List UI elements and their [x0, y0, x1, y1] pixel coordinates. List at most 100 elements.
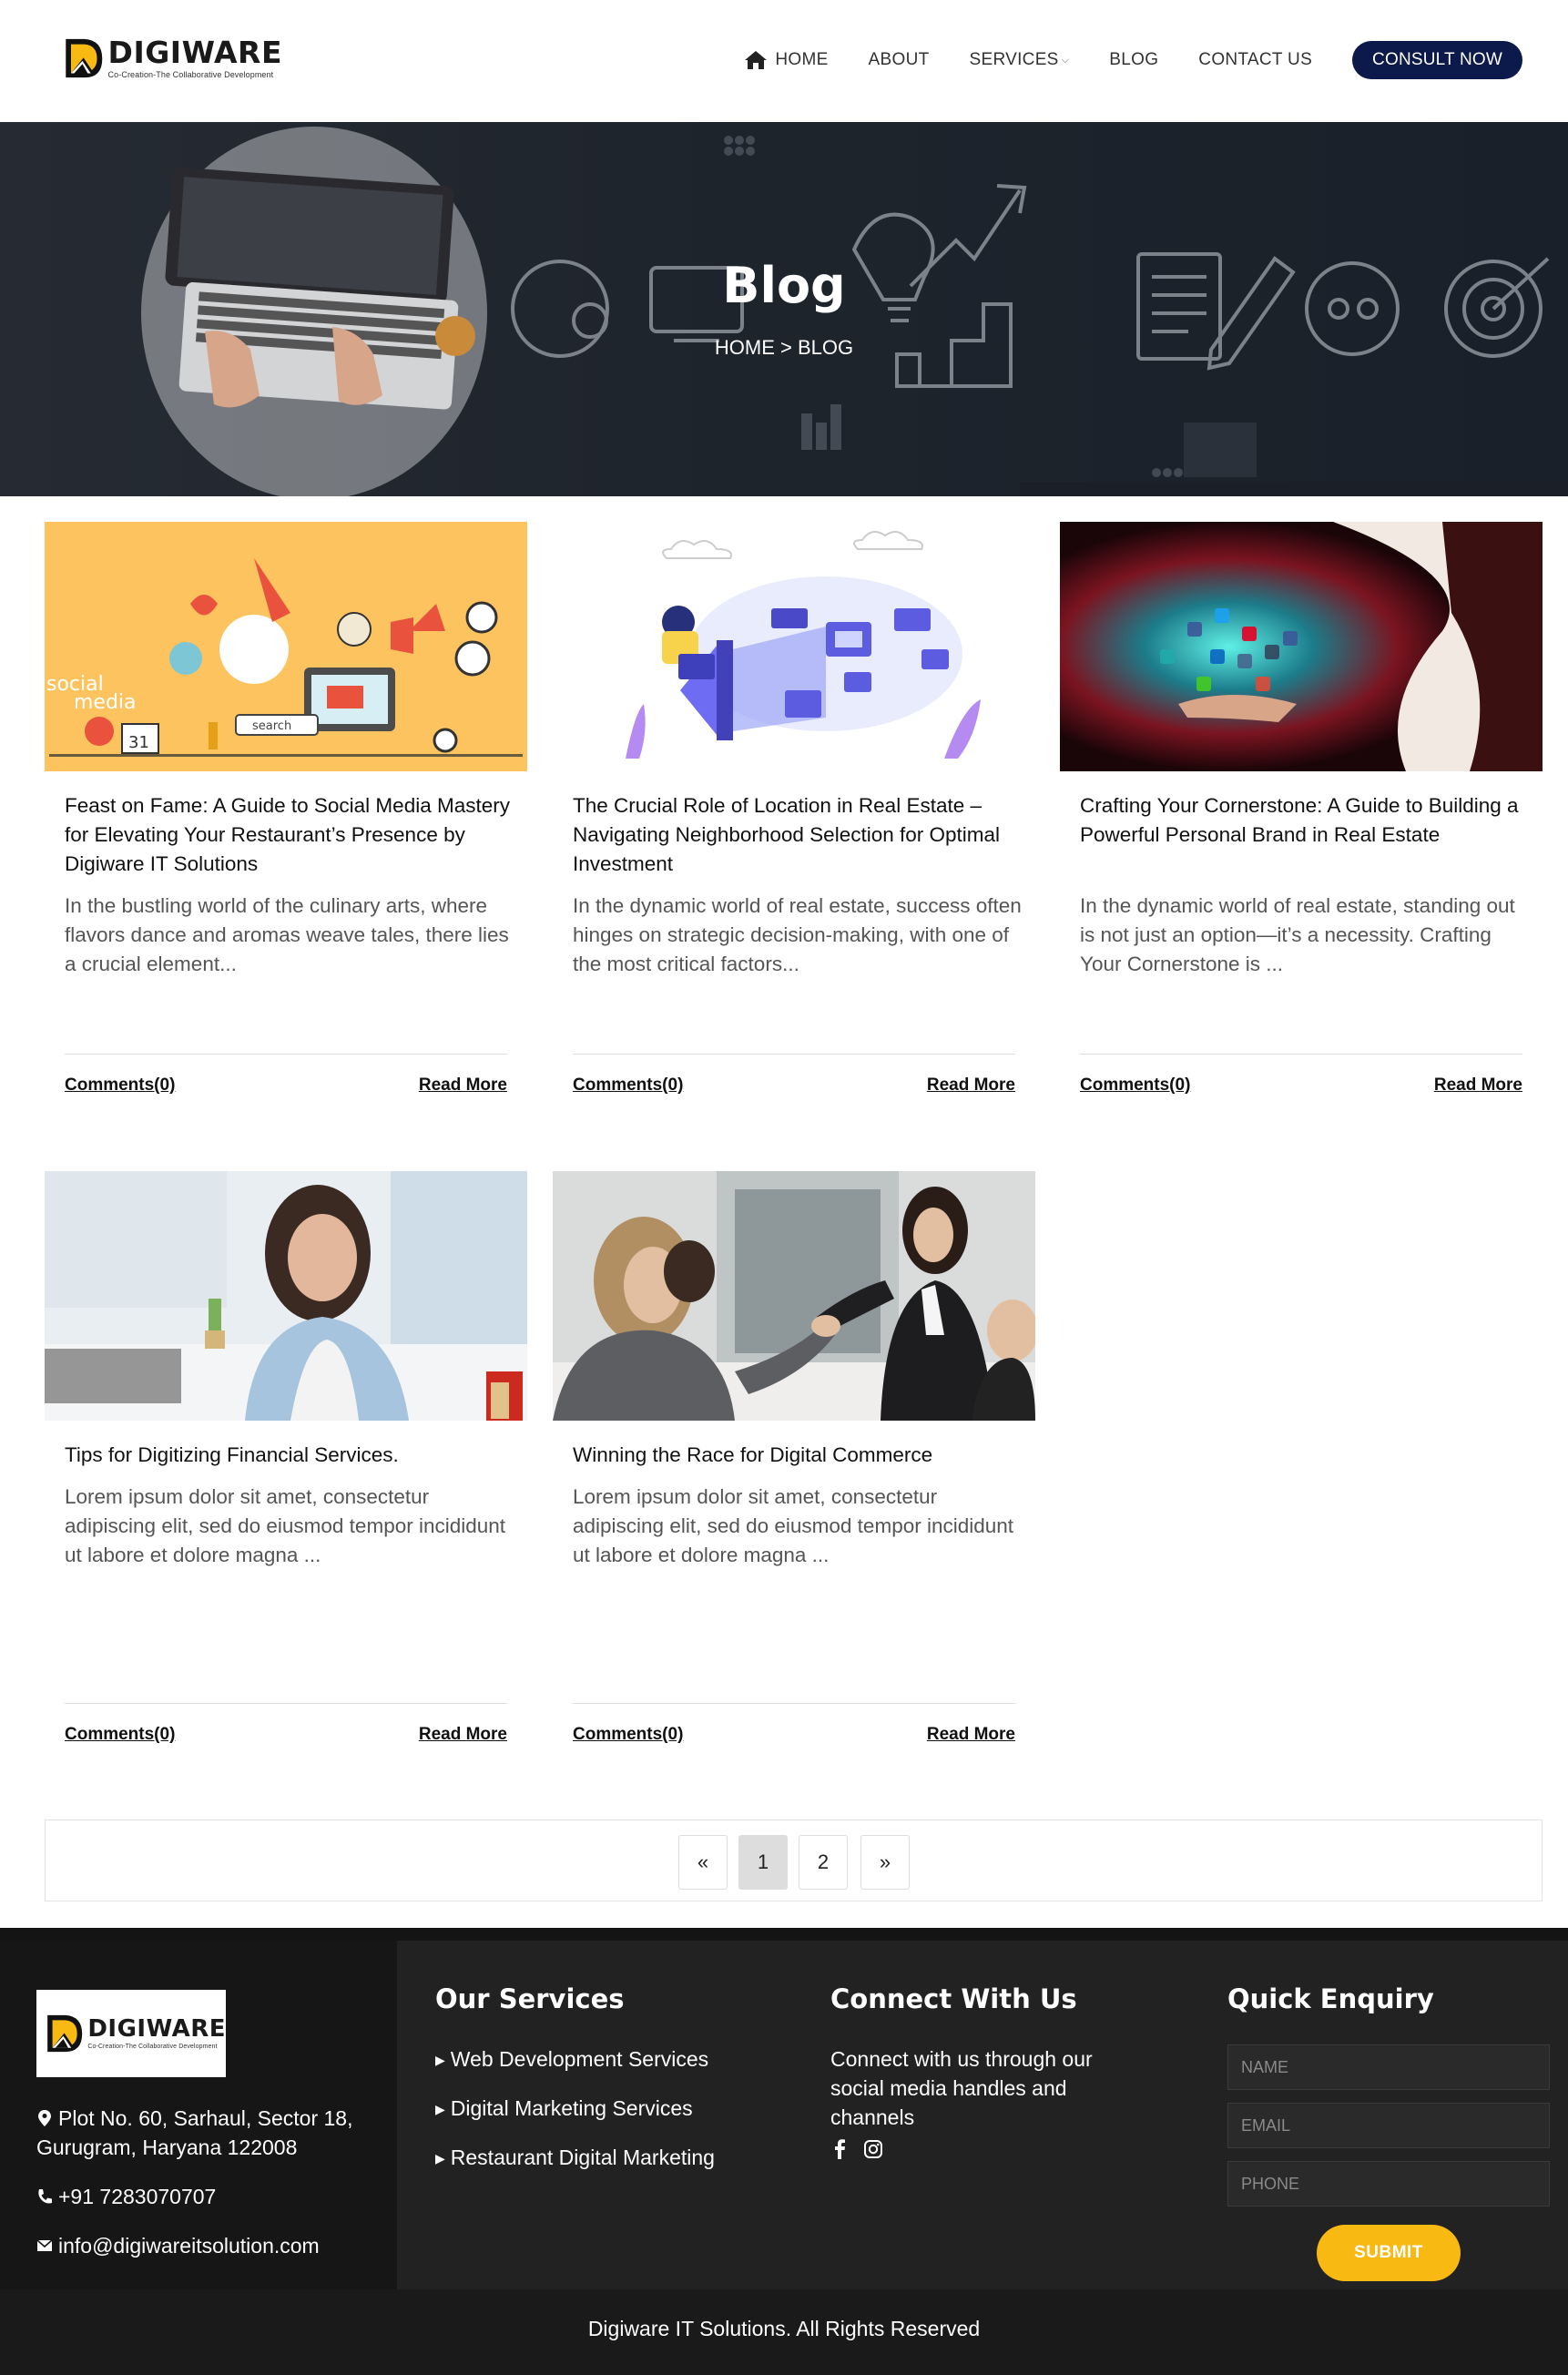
blog-card: search social media 31 Feast on Fame: A …: [45, 522, 527, 1123]
footer-service-label: Web Development Services: [450, 2047, 709, 2071]
footer-email[interactable]: info@digiwareitsolution.com: [36, 2231, 382, 2260]
enquiry-heading: Quick Enquiry: [1227, 1983, 1434, 2014]
footer-address: Plot No. 60, Sarhaul, Sector 18, Gurugra…: [36, 2104, 382, 2162]
pagination-page-1[interactable]: 1: [738, 1835, 788, 1890]
blog-card-title[interactable]: Feast on Fame: A Guide to Social Media M…: [65, 791, 511, 879]
blog-card-image[interactable]: [1060, 522, 1543, 771]
name-input[interactable]: [1227, 2044, 1550, 2090]
map-pin-icon: [38, 2110, 51, 2126]
footer-address-text: Plot No. 60, Sarhaul, Sector 18, Gurugra…: [36, 2106, 353, 2159]
nav-blog[interactable]: BLOG: [1109, 50, 1158, 70]
blog-card-excerpt: Lorem ipsum dolor sit amet, consectetur …: [65, 1485, 506, 1566]
blog-card-image[interactable]: [553, 1171, 1035, 1421]
social-media-illustration: search social media 31: [45, 522, 527, 771]
chevron-down-icon: ⌵: [1061, 54, 1070, 66]
services-heading: Our Services: [435, 1983, 625, 2014]
footer-logo-name: DIGIWARE: [87, 2015, 226, 2043]
blog-card-title[interactable]: The Crucial Role of Location in Real Est…: [573, 791, 1019, 879]
read-more-link[interactable]: Read More: [927, 1725, 1015, 1745]
pagination: « 1 2 »: [45, 1819, 1543, 1901]
consult-now-button[interactable]: CONSULT NOW: [1352, 41, 1522, 79]
calendar-label: 31: [128, 733, 149, 752]
read-more-link[interactable]: Read More: [419, 1725, 507, 1745]
footer-logo[interactable]: DIGIWARE Co-Creation-The Collaborative D…: [36, 1990, 226, 2077]
logo-tagline: Co-Creation-The Collaborative Developmen…: [107, 70, 274, 79]
email-input[interactable]: [1227, 2103, 1550, 2148]
media-label: media: [74, 691, 137, 714]
home-icon: [745, 51, 768, 69]
blog-card-divider: [573, 1703, 1015, 1704]
social-links: [830, 2138, 896, 2160]
email-icon: [36, 2239, 53, 2251]
connect-heading: Connect With Us: [830, 1983, 1077, 2014]
blog-card: Crafting Your Cornerstone: A Guide to Bu…: [1060, 522, 1543, 1123]
footer-logo-text: DIGIWARE Co-Creation-The Collaborative D…: [87, 2017, 226, 2050]
blog-card: The Crucial Role of Location in Real Est…: [553, 522, 1035, 1123]
nav-home[interactable]: HOME: [744, 49, 828, 71]
site-header: DIGIWARE Co-Creation-The Collaborative D…: [0, 0, 1568, 122]
digital-marketing-illustration: [553, 522, 1035, 771]
digiware-logo-icon: [47, 2014, 83, 2053]
footer-service-link[interactable]: ▶ Web Development Services: [435, 2047, 708, 2072]
woman-on-phone-photo: [45, 1171, 527, 1421]
blog-card-image[interactable]: [45, 1171, 527, 1421]
connect-text: Connect with us through our social media…: [830, 2047, 1093, 2129]
pagination-prev[interactable]: «: [678, 1835, 728, 1890]
blog-card-title[interactable]: Winning the Race for Digital Commerce: [573, 1441, 1019, 1470]
read-more-link[interactable]: Read More: [1434, 1075, 1522, 1096]
copyright: Digiware IT Solutions. All Rights Reserv…: [0, 2289, 1568, 2375]
blog-card: Winning the Race for Digital Commerce Lo…: [553, 1171, 1035, 1772]
comments-link[interactable]: Comments(0): [1080, 1075, 1190, 1096]
blog-card-divider: [65, 1703, 507, 1704]
blog-card-title[interactable]: Tips for Digitizing Financial Services.: [65, 1441, 511, 1470]
digiware-logo-icon: [66, 38, 103, 78]
footer-service-link[interactable]: ▶ Restaurant Digital Marketing: [435, 2146, 715, 2170]
instagram-icon[interactable]: [863, 2138, 883, 2160]
facebook-icon[interactable]: [830, 2138, 850, 2160]
footer-email-text: info@digiwareitsolution.com: [58, 2234, 320, 2258]
site-logo[interactable]: DIGIWARE Co-Creation-The Collaborative D…: [64, 20, 282, 97]
handshake-photo: [553, 1171, 1035, 1421]
submit-button[interactable]: SUBMIT: [1317, 2225, 1461, 2281]
footer-phone-text: +91 7283070707: [58, 2185, 217, 2208]
blog-card-excerpt: In the bustling world of the culinary ar…: [65, 894, 509, 975]
comments-link[interactable]: Comments(0): [65, 1075, 175, 1096]
nav-services-label: SERVICES: [969, 50, 1059, 69]
blog-card-divider: [1080, 1054, 1522, 1055]
caret-right-icon: ▶: [435, 2151, 445, 2166]
pagination-next[interactable]: »: [860, 1835, 910, 1890]
caret-right-icon: ▶: [435, 2053, 445, 2067]
blog-card-excerpt: In the dynamic world of real estate, suc…: [573, 894, 1022, 975]
social-hand-photo: [1060, 522, 1543, 771]
comments-link[interactable]: Comments(0): [573, 1075, 683, 1096]
caret-right-icon: ▶: [435, 2102, 445, 2116]
logo-name: DIGIWARE: [107, 35, 282, 70]
read-more-link[interactable]: Read More: [419, 1075, 507, 1096]
main-nav: HOME ABOUT SERVICES ⌵ BLOG CONTACT US CO…: [744, 40, 1522, 80]
nav-home-label: HOME: [775, 50, 829, 69]
pagination-page-2[interactable]: 2: [799, 1835, 848, 1890]
nav-services[interactable]: SERVICES ⌵: [970, 50, 1070, 70]
blog-card: Tips for Digitizing Financial Services. …: [45, 1171, 527, 1772]
footer-phone[interactable]: +91 7283070707: [36, 2182, 382, 2211]
read-more-link[interactable]: Read More: [927, 1075, 1015, 1096]
footer-service-label: Digital Marketing Services: [450, 2096, 693, 2120]
phone-input[interactable]: [1227, 2161, 1550, 2207]
search-label: search: [252, 719, 291, 733]
phone-icon: [38, 2189, 52, 2204]
blog-card-title[interactable]: Crafting Your Cornerstone: A Guide to Bu…: [1080, 791, 1526, 850]
nav-about[interactable]: ABOUT: [869, 50, 930, 70]
footer-service-label: Restaurant Digital Marketing: [450, 2146, 715, 2169]
footer-top-bar: [0, 1928, 1568, 1941]
footer-service-link[interactable]: ▶ Digital Marketing Services: [435, 2096, 693, 2121]
blog-card-divider: [65, 1054, 507, 1055]
footer-logo-tagline: Co-Creation-The Collaborative Developmen…: [87, 2044, 218, 2050]
nav-contact[interactable]: CONTACT US: [1198, 50, 1312, 70]
comments-link[interactable]: Comments(0): [573, 1725, 683, 1745]
blog-card-image[interactable]: [553, 522, 1035, 771]
breadcrumb[interactable]: HOME > BLOG: [0, 336, 1568, 360]
comments-link[interactable]: Comments(0): [65, 1725, 175, 1745]
blog-card-excerpt: In the dynamic world of real estate, sta…: [1080, 894, 1515, 975]
hero-banner: Blog HOME > BLOG: [0, 122, 1568, 496]
blog-card-image[interactable]: search social media 31: [45, 522, 527, 771]
